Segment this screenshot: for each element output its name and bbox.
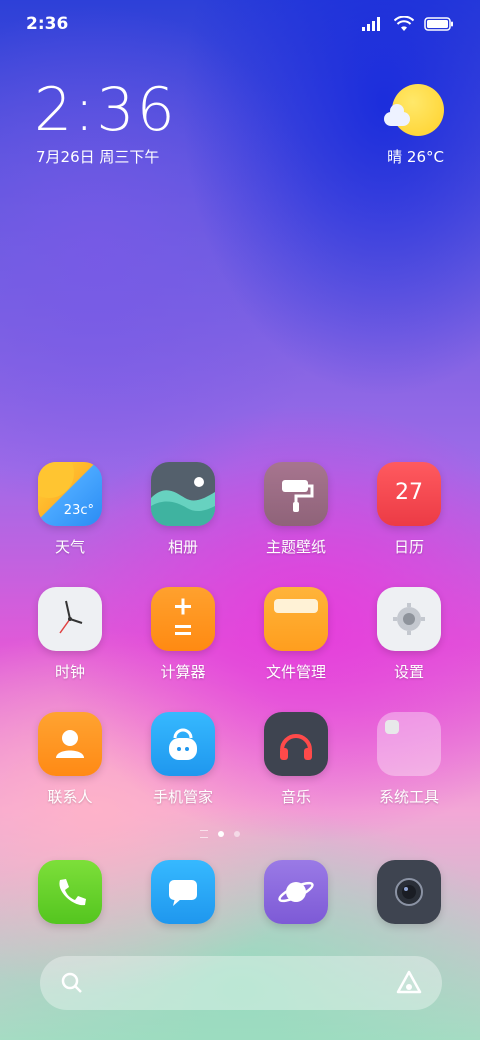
battery-icon <box>424 17 453 31</box>
weather-text: 晴 26°C <box>387 148 444 166</box>
app-gallery[interactable]: 相册 <box>133 462 233 557</box>
clock-time[interactable]: 2:36 <box>34 78 177 142</box>
gallery-icon <box>151 462 215 526</box>
wifi-icon <box>394 16 414 31</box>
app-weather[interactable]: 23c° 天气 <box>20 462 120 557</box>
app-settings[interactable]: 设置 <box>359 587 459 682</box>
clock-icon <box>38 587 102 651</box>
app-music[interactable]: 音乐 <box>246 712 346 807</box>
app-security[interactable]: 手机管家 <box>133 712 233 807</box>
app-label: 相册 <box>167 538 198 556</box>
calculator-icon <box>151 587 215 651</box>
page-dot-active <box>218 831 224 837</box>
dock-browser[interactable] <box>246 860 346 924</box>
dock-messages[interactable] <box>133 860 233 924</box>
status-time: 2:36 <box>26 14 69 34</box>
app-label: 主题壁纸 <box>265 538 326 556</box>
search-bar[interactable] <box>40 956 442 1010</box>
app-folder-system-tools[interactable]: 系统工具 <box>359 712 459 807</box>
paint-roller-icon <box>264 462 328 526</box>
headphones-icon <box>264 712 328 776</box>
app-label: 日历 <box>393 538 424 556</box>
page-dot <box>234 831 240 837</box>
status-bar: 2:36 <box>0 0 480 50</box>
search-icon <box>61 972 82 993</box>
assistant-icon[interactable] <box>394 968 424 998</box>
app-calculator[interactable]: 计算器 <box>133 587 233 682</box>
app-label: 音乐 <box>280 788 311 806</box>
app-label: 天气 <box>54 538 85 556</box>
app-themes[interactable]: 主题壁纸 <box>246 462 346 557</box>
security-icon <box>151 712 215 776</box>
app-contacts[interactable]: 联系人 <box>20 712 120 807</box>
dock-phone[interactable] <box>20 860 120 924</box>
folder-icon <box>264 587 328 651</box>
app-label: 计算器 <box>160 663 206 681</box>
app-label: 联系人 <box>47 788 93 806</box>
gear-icon <box>377 587 441 651</box>
messages-icon <box>151 860 215 924</box>
weather-app-icon: 23c° <box>38 462 102 526</box>
app-label: 手机管家 <box>152 788 213 806</box>
phone-icon <box>38 860 102 924</box>
page-indicator[interactable] <box>200 830 240 838</box>
app-label: 时钟 <box>54 663 85 681</box>
app-clock[interactable]: 时钟 <box>20 587 120 682</box>
app-label: 系统工具 <box>378 788 439 806</box>
status-icons <box>362 16 454 32</box>
clock-date: 7月26日 周三下午 <box>36 148 160 166</box>
weather-app-temp: 23c° <box>63 503 94 518</box>
contacts-icon <box>38 712 102 776</box>
app-label: 文件管理 <box>265 663 326 681</box>
calendar-icon: 27 <box>377 462 441 526</box>
app-label: 设置 <box>393 663 424 681</box>
dock-camera[interactable] <box>359 860 459 924</box>
app-calendar[interactable]: 27 日历 <box>359 462 459 557</box>
folder-icon <box>377 712 441 776</box>
cloud-icon <box>384 104 410 126</box>
app-file-manager[interactable]: 文件管理 <box>246 587 346 682</box>
browser-icon <box>264 860 328 924</box>
page-list-indicator <box>200 830 208 838</box>
signal-icon <box>362 17 380 31</box>
calendar-day: 27 <box>395 480 423 505</box>
camera-icon <box>377 860 441 924</box>
